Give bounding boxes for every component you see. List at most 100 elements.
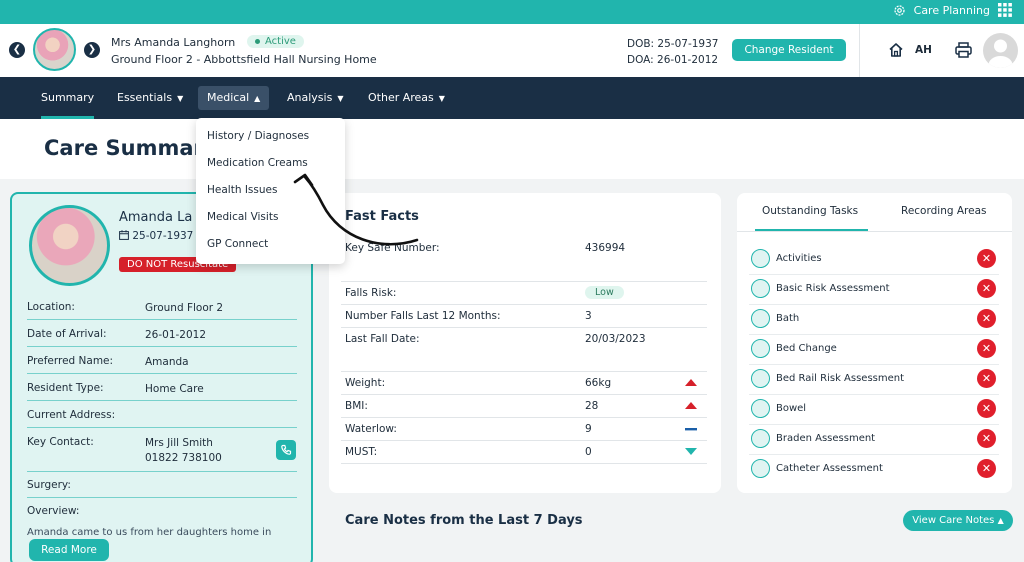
task-incomplete-icon[interactable]: ✕ <box>977 339 996 358</box>
row-value: 436994 <box>585 242 626 254</box>
nav-summary[interactable]: Summary <box>41 77 95 119</box>
user-avatar[interactable] <box>983 33 1018 68</box>
task-category-icon <box>751 309 770 328</box>
nav-summary-label: Summary <box>41 91 95 104</box>
task-item[interactable]: Activities ✕ <box>749 244 999 274</box>
falls-count-row: Number Falls Last 12 Months: 3 <box>341 304 707 327</box>
gear-icon[interactable] <box>893 4 906 17</box>
task-item[interactable]: Bed Change ✕ <box>749 334 999 364</box>
nav-essentials[interactable]: Essentials ▼ <box>117 77 183 119</box>
chevron-up-icon: ▲ <box>997 516 1004 525</box>
task-label: Bath <box>776 313 800 324</box>
task-item[interactable]: Basic Risk Assessment ✕ <box>749 274 999 304</box>
trend-flat-icon <box>685 428 697 431</box>
task-incomplete-icon[interactable]: ✕ <box>977 249 996 268</box>
task-category-icon <box>751 249 770 268</box>
row-label: Current Address: <box>27 409 116 421</box>
task-label: Activities <box>776 253 822 264</box>
divider <box>27 400 297 401</box>
row-value: 9 <box>585 423 592 435</box>
task-label: Bowel <box>776 403 807 414</box>
page-header: Care Summar <box>0 119 1024 179</box>
task-item[interactable]: Bath ✕ <box>749 304 999 334</box>
row-value: 28 <box>585 400 599 412</box>
row-label: MUST: <box>345 446 378 458</box>
menu-item-gp-connect[interactable]: GP Connect <box>207 238 268 250</box>
task-incomplete-icon[interactable]: ✕ <box>977 279 996 298</box>
task-item[interactable]: Braden Assessment ✕ <box>749 424 999 454</box>
trend-up-icon <box>685 402 697 409</box>
last-fall-row: Last Fall Date: 20/03/2023 <box>341 327 707 350</box>
home-icon[interactable] <box>888 42 904 62</box>
task-incomplete-icon[interactable]: ✕ <box>977 399 996 418</box>
view-care-notes-button[interactable]: View Care Notes ▲ <box>903 510 1013 531</box>
chevron-down-icon: ▼ <box>438 94 445 103</box>
menu-item-history-diagnoses[interactable]: History / Diagnoses <box>207 130 309 142</box>
divider <box>27 471 297 472</box>
weight-row: Weight: 66kg <box>341 371 707 394</box>
task-category-icon <box>751 279 770 298</box>
row-label: BMI: <box>345 400 368 412</box>
resident-avatar <box>33 28 76 71</box>
menu-item-medical-visits[interactable]: Medical Visits <box>207 211 278 223</box>
menu-item-health-issues[interactable]: Health Issues <box>207 184 277 196</box>
nav-other-areas[interactable]: Other Areas ▼ <box>368 77 445 119</box>
tasks-card: Outstanding Tasks Recording Areas Activi… <box>737 193 1012 493</box>
task-label: Bed Rail Risk Assessment <box>776 373 905 384</box>
chevron-down-icon: ▼ <box>337 94 344 103</box>
user-initials[interactable]: AH <box>915 44 932 56</box>
print-icon[interactable] <box>955 42 972 62</box>
row-label: Weight: <box>345 377 386 389</box>
task-incomplete-icon[interactable]: ✕ <box>977 459 996 478</box>
task-category-icon <box>751 399 770 418</box>
resident-dob: DOB: 25-07-1937 <box>627 38 719 50</box>
row-label: Number Falls Last 12 Months: <box>345 310 501 322</box>
row-value: Mrs Jill Smith 01822 738100 <box>145 436 222 466</box>
task-incomplete-icon[interactable]: ✕ <box>977 309 996 328</box>
row-label: Preferred Name: <box>27 355 114 367</box>
main-nav: Summary Essentials ▼ Medical ▲ Analysis ▼ O… <box>0 77 1024 119</box>
task-item[interactable]: Bed Rail Risk Assessment ✕ <box>749 364 999 394</box>
task-category-icon <box>751 459 770 478</box>
row-label: Overview: <box>27 505 80 517</box>
task-label: Basic Risk Assessment <box>776 283 890 294</box>
trend-up-icon <box>685 379 697 386</box>
nav-other-areas-label: Other Areas <box>368 91 434 104</box>
resident-name: Mrs Amanda Langhorn <box>111 36 236 49</box>
apps-grid-icon[interactable] <box>998 3 1012 17</box>
resident-doa: DOA: 26-01-2012 <box>627 54 719 66</box>
task-incomplete-icon[interactable]: ✕ <box>977 369 996 388</box>
tab-outstanding-tasks[interactable]: Outstanding Tasks <box>762 205 858 217</box>
task-item[interactable]: Catheter Assessment ✕ <box>749 454 999 484</box>
read-more-button[interactable]: Read More <box>29 539 109 561</box>
next-resident-button[interactable]: ❯ <box>84 42 100 58</box>
task-category-icon <box>751 429 770 448</box>
task-item[interactable]: Bowel ✕ <box>749 394 999 424</box>
row-value: Ground Floor 2 <box>145 302 224 314</box>
falls-risk-row: Falls Risk: Low <box>341 281 707 304</box>
calendar-icon <box>119 230 129 240</box>
change-resident-button[interactable]: Change Resident <box>732 39 846 61</box>
nav-medical[interactable]: Medical ▲ <box>198 86 270 110</box>
resident-dates: DOB: 25-07-1937 DOA: 26-01-2012 <box>627 36 718 68</box>
row-value: Home Care <box>145 383 204 395</box>
task-incomplete-icon[interactable]: ✕ <box>977 429 996 448</box>
status-label: Active <box>265 36 296 47</box>
status-badge: Active <box>247 35 304 48</box>
call-contact-button[interactable] <box>276 440 296 460</box>
row-label: Last Fall Date: <box>345 333 420 345</box>
row-label: Date of Arrival: <box>27 328 107 340</box>
waterlow-row: Waterlow: 9 <box>341 417 707 440</box>
page-title: Care Summar <box>44 136 204 160</box>
previous-resident-button[interactable]: ❮ <box>9 42 25 58</box>
chevron-up-icon: ▲ <box>254 94 261 103</box>
contact-phone: 01822 738100 <box>145 452 222 464</box>
divider <box>27 373 297 374</box>
care-planning-link[interactable]: Care Planning <box>914 4 990 17</box>
nav-analysis[interactable]: Analysis ▼ <box>287 77 343 119</box>
row-label: Surgery: <box>27 479 71 491</box>
tab-recording-areas[interactable]: Recording Areas <box>901 205 987 217</box>
row-label: Location: <box>27 301 75 313</box>
nav-essentials-label: Essentials <box>117 91 173 104</box>
task-label: Catheter Assessment <box>776 463 883 474</box>
